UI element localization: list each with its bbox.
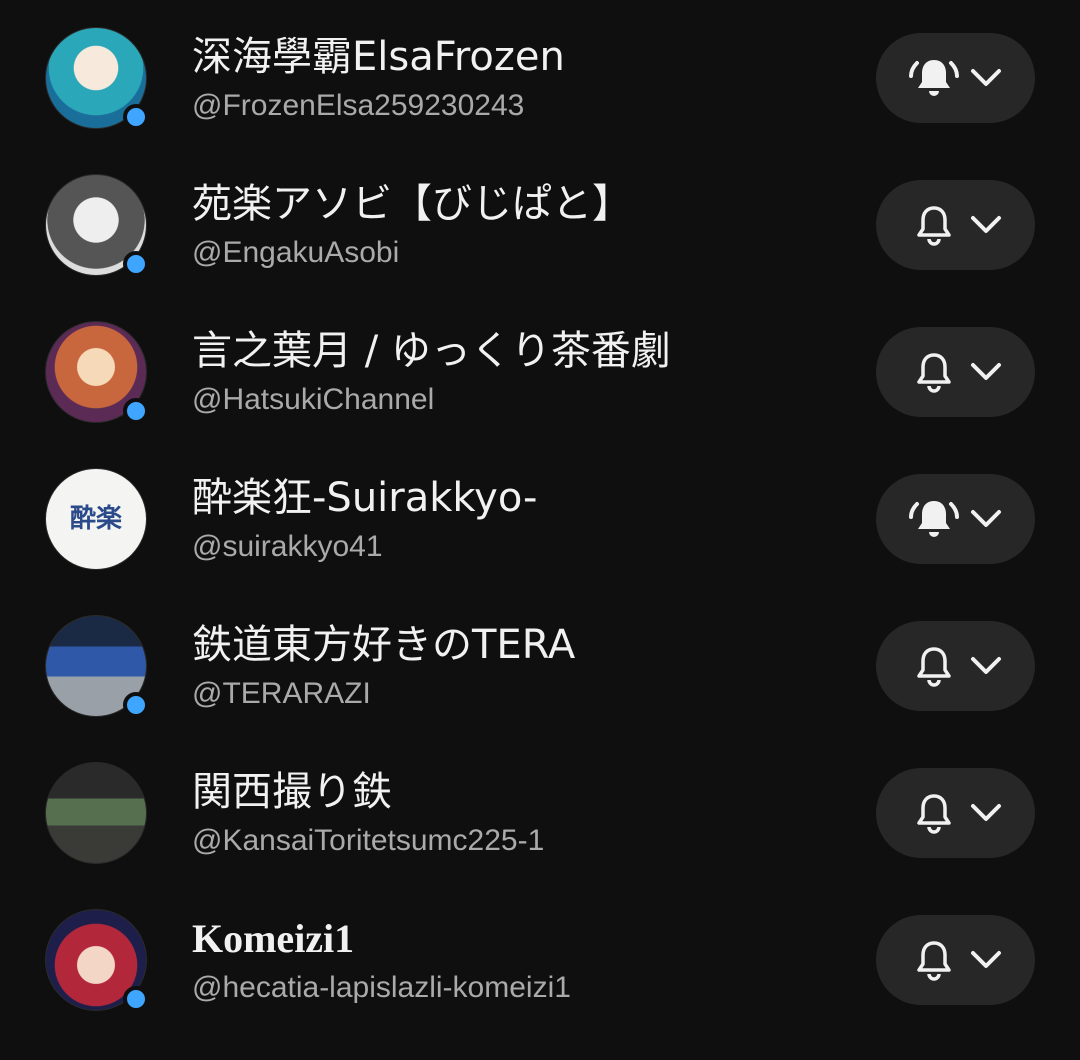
avatar[interactable] — [45, 321, 149, 424]
avatar[interactable] — [45, 27, 149, 130]
new-content-dot — [123, 986, 149, 1012]
notification-settings-button[interactable] — [876, 621, 1035, 711]
chevron-down-icon — [971, 363, 1001, 380]
avatar[interactable]: 酔楽 — [45, 468, 147, 570]
channel-handle: @KansaiToritetsumc225-1 — [192, 824, 545, 857]
notification-settings-button[interactable] — [876, 33, 1035, 123]
chevron-down-icon — [971, 216, 1001, 233]
avatar[interactable] — [45, 615, 149, 718]
channel-name[interactable]: 酔楽狂-Suirakkyo- — [192, 474, 537, 522]
bell-outline-icon — [917, 353, 951, 393]
chevron-down-icon — [971, 657, 1001, 674]
notification-settings-button[interactable] — [876, 768, 1035, 858]
channel-row[interactable]: 鉄道東方好きのTERA @TERARAZI — [0, 588, 1080, 735]
channel-row[interactable]: 酔楽 酔楽狂-Suirakkyo- @suirakkyo41 — [0, 441, 1080, 588]
channel-handle: @FrozenElsa259230243 — [192, 89, 525, 122]
chevron-down-icon — [971, 69, 1001, 86]
chevron-down-icon — [971, 951, 1001, 968]
notification-settings-button[interactable] — [876, 915, 1035, 1005]
channel-name[interactable]: 関西撮り鉄 — [192, 768, 392, 816]
avatar[interactable] — [45, 909, 149, 1012]
channel-row[interactable]: 苑楽アソビ【びじぱと】 @EngakuAsobi — [0, 147, 1080, 294]
new-content-dot — [123, 398, 149, 424]
avatar[interactable] — [45, 762, 147, 864]
channel-row[interactable]: 関西撮り鉄 @KansaiToritetsumc225-1 — [0, 735, 1080, 882]
bell-all-icon — [909, 501, 959, 537]
bell-outline-icon — [917, 941, 951, 981]
channel-handle: @suirakkyo41 — [192, 530, 383, 563]
channel-handle: @hecatia-lapislazli-komeizi1 — [192, 971, 571, 1004]
notification-settings-button[interactable] — [876, 474, 1035, 564]
channel-handle: @TERARAZI — [192, 677, 371, 710]
channel-name[interactable]: 鉄道東方好きのTERA — [192, 621, 575, 669]
chevron-down-icon — [971, 804, 1001, 821]
subscription-list: 深海學霸ElsaFrozen @FrozenElsa259230243 苑楽アソ… — [0, 0, 1080, 1060]
bell-outline-icon — [917, 206, 951, 246]
notification-settings-button[interactable] — [876, 180, 1035, 270]
bell-all-icon — [909, 60, 959, 96]
channel-name[interactable]: 言之葉月 / ゆっくり茶番劇 — [192, 327, 671, 375]
new-content-dot — [123, 251, 149, 277]
avatar-image — [45, 762, 147, 864]
avatar[interactable] — [45, 174, 149, 277]
avatar-image: 酔楽 — [45, 468, 147, 570]
channel-name[interactable]: Komeizi1 — [192, 915, 354, 963]
channel-row[interactable]: 言之葉月 / ゆっくり茶番劇 @HatsukiChannel — [0, 294, 1080, 441]
channel-row[interactable]: Komeizi1 @hecatia-lapislazli-komeizi1 — [0, 882, 1080, 1029]
bell-outline-icon — [917, 647, 951, 687]
channel-row[interactable]: 深海學霸ElsaFrozen @FrozenElsa259230243 — [0, 0, 1080, 147]
chevron-down-icon — [971, 510, 1001, 527]
notification-settings-button[interactable] — [876, 327, 1035, 417]
channel-name[interactable]: 深海學霸ElsaFrozen — [192, 33, 565, 81]
new-content-dot — [123, 104, 149, 130]
channel-name[interactable]: 苑楽アソビ【びじぱと】 — [192, 180, 632, 228]
channel-handle: @HatsukiChannel — [192, 383, 435, 416]
channel-handle: @EngakuAsobi — [192, 236, 400, 269]
bell-outline-icon — [917, 794, 951, 834]
new-content-dot — [123, 692, 149, 718]
